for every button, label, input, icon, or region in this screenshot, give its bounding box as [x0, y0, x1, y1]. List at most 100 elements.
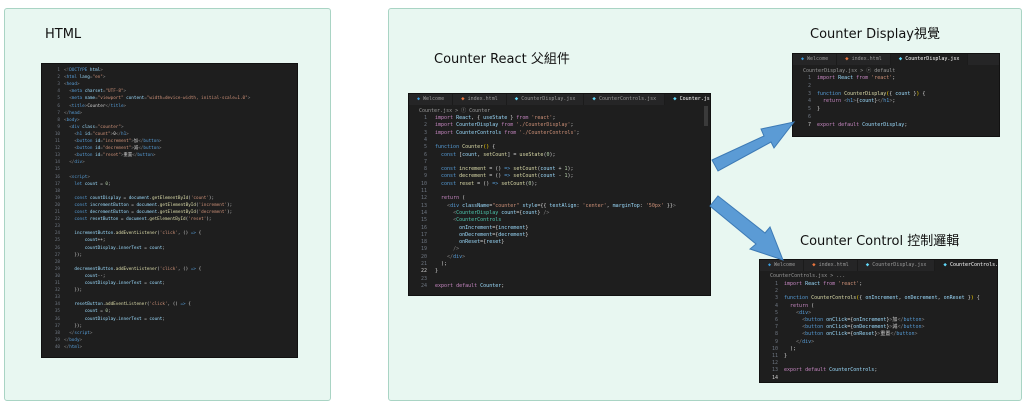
line-number: 15	[54, 167, 60, 173]
code-token: );	[531, 180, 538, 187]
code-token: countDisplay	[84, 245, 116, 251]
line-number: 30	[54, 273, 60, 279]
code-token: onIncrement	[853, 317, 887, 323]
parent-editor-tabbar: ◆ Welcome ⬥ index.html ⬥ CounterDisplay.jsx ⬥ C…	[409, 94, 710, 105]
editor-tab[interactable]: ⬥ Counter.jsx	[665, 94, 710, 105]
code-token: let	[74, 181, 83, 187]
code-token: 'decrement'	[198, 210, 228, 215]
file-icon: ⬥	[461, 96, 465, 102]
code-token: return	[823, 98, 842, 105]
code-token: );	[227, 202, 233, 208]
editor-tab-label: Welcome	[774, 262, 796, 268]
code-token: }	[525, 224, 529, 231]
line-number: 8	[774, 331, 778, 338]
editor-tab[interactable]: ⬥CounterControls.jsx	[584, 94, 666, 105]
code-token: "counter"	[97, 124, 121, 130]
code-line: }	[817, 106, 820, 114]
code-token: CounterDisplay	[453, 122, 499, 129]
code-token: title	[71, 103, 85, 109]
code-token: );	[208, 195, 215, 201]
code-token: const	[441, 151, 457, 158]
code-token: 'click'	[159, 266, 178, 272]
editor-tab[interactable]: ⬥ index.html	[804, 260, 858, 271]
file-icon: ⬥	[845, 56, 849, 62]
line-number: 8	[423, 166, 427, 173]
editor-tab[interactable]: ⬥ CounterDisplay.jsx	[890, 54, 969, 65]
editor-tab-label: CounterDisplay.jsx	[872, 262, 927, 268]
code-line: const countDisplay = document.getElement…	[64, 195, 214, 202]
code-token: >	[672, 202, 676, 209]
code-token: >	[82, 160, 85, 166]
code-token: ++;	[97, 238, 106, 244]
editor-tab[interactable]: ◆ Welcome	[760, 260, 805, 271]
code-token: useState	[483, 115, 508, 121]
code-token: 'click'	[159, 231, 178, 237]
code-line: </body>	[64, 337, 82, 344]
code-line: export default CounterDisplay;	[817, 122, 907, 130]
code-token: from	[498, 122, 514, 129]
code-line: import React from 'react';	[784, 281, 862, 288]
code-line: </html>	[64, 344, 82, 351]
parent-minimap[interactable]	[704, 106, 708, 126]
code-token: import	[435, 115, 454, 121]
code-token: lang	[76, 75, 90, 81]
html-panel-title: HTML	[45, 27, 82, 42]
code-token: countDisplay	[84, 281, 116, 286]
code-token: onDecrement	[459, 231, 493, 238]
code-token: "decrement"	[102, 146, 132, 152]
code-token: decrement	[456, 173, 487, 180]
editor-tab[interactable]: ⬥ CounterDisplay.jsx	[507, 94, 585, 105]
code-token: increment	[498, 224, 526, 231]
parent-breadcrumb: Counter.jsx > ⓕ Counter	[419, 108, 491, 114]
code-token: count	[149, 245, 163, 251]
code-token: setCount	[483, 151, 508, 158]
line-number: 37	[54, 323, 60, 329]
code-token: '50px'	[645, 202, 664, 209]
code-token: />	[453, 246, 460, 253]
line-number: 27	[54, 252, 60, 258]
line-number: 19	[420, 246, 427, 253]
code-line: });	[64, 323, 82, 330]
code-token: './CounterDisplay'	[513, 122, 571, 129]
parent-code-editor: ◆ Welcome ⬥ index.html ⬥ CounterDisplay.jsx ⬥ C…	[408, 93, 711, 296]
line-number: 1	[57, 68, 60, 73]
editor-tab[interactable]: ◆ Welcome	[409, 94, 454, 105]
editor-tab[interactable]: ◆ Welcome	[793, 54, 838, 65]
code-token: innerText	[118, 316, 142, 322]
editor-tab-label: index.html	[818, 262, 849, 268]
line-number: 4	[423, 136, 427, 143]
code-token: );	[549, 151, 556, 158]
code-token: decrementButton	[74, 266, 114, 272]
editor-tab[interactable]: ⬥ index.html	[453, 94, 507, 105]
editor-tab[interactable]: ⬥CounterControls.jsx	[935, 260, 997, 271]
code-token: >	[123, 89, 127, 95]
code-line: onDecrement={decrement}	[435, 232, 528, 239]
line-number: 21	[54, 210, 60, 215]
code-token: button	[143, 146, 159, 152]
code-token: count	[82, 181, 98, 187]
code-token: style	[519, 202, 538, 209]
code-line: function CounterDisplay({ count }) {	[817, 91, 925, 99]
editor-tab[interactable]: ⬥ index.html	[837, 54, 891, 65]
code-token: ] =	[507, 151, 520, 158]
code-token: React	[802, 281, 821, 287]
code-token: count	[895, 90, 911, 97]
code-token: }	[817, 106, 821, 113]
code-token: >	[921, 317, 925, 323]
code-line: function CounterControls({ onIncrement, …	[784, 295, 980, 302]
code-token: {	[196, 231, 202, 237]
code-token: decrement	[498, 231, 526, 238]
line-number: 4	[807, 98, 811, 105]
editor-tab[interactable]: ⬥ CounterDisplay.jsx	[858, 260, 936, 271]
